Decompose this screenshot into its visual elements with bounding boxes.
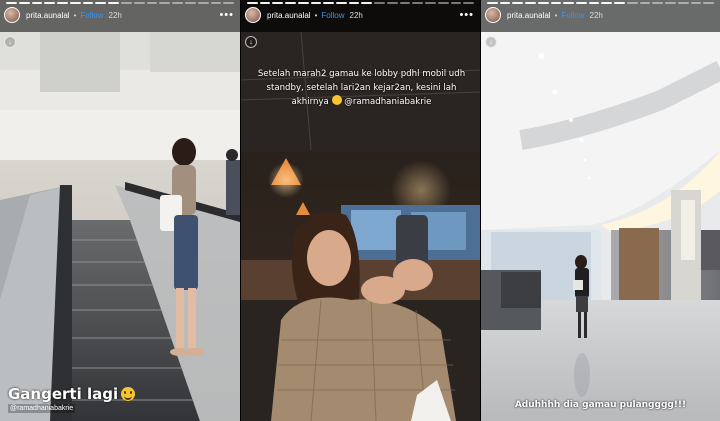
more-dots-icon[interactable]: ••• xyxy=(459,9,474,21)
escalator-photo xyxy=(0,0,240,421)
story-panel-3[interactable]: prita.aunalal • Follow 22h ↓ Aduhhhh dia… xyxy=(480,0,720,421)
restaurant-photo xyxy=(241,0,480,421)
story-caption: Gangerti lagi xyxy=(8,385,136,403)
story-timestamp: 22h xyxy=(349,10,363,20)
follow-button[interactable]: Follow xyxy=(321,11,344,20)
story-strip: prita.aunalal • Follow 22h ••• ↓ Gangert… xyxy=(0,0,720,421)
story-progress-bar xyxy=(247,2,474,4)
story-header-bar: prita.aunalal • Follow 22h xyxy=(481,0,720,32)
story-progress-bar xyxy=(6,2,235,4)
mention-tag[interactable]: @ramadhaniabakrie xyxy=(8,404,76,413)
separator-dot: • xyxy=(314,10,318,20)
mention-tag[interactable]: @ramadhaniabakrie xyxy=(344,97,431,107)
story-progress-bar xyxy=(487,2,714,4)
story-timestamp: 22h xyxy=(589,10,603,20)
smiley-emoji-icon xyxy=(121,387,136,401)
avatar[interactable] xyxy=(4,7,20,23)
download-icon[interactable]: ↓ xyxy=(245,36,257,48)
story-header-bar: prita.aunalal • Follow 22h ••• xyxy=(0,0,240,32)
separator-dot: • xyxy=(73,10,77,20)
username[interactable]: prita.aunalal xyxy=(26,11,70,20)
username[interactable]: prita.aunalal xyxy=(267,11,311,20)
story-text-overlay: Setelah marah2 gamau ke lobby pdhl mobil… xyxy=(251,67,472,109)
download-icon[interactable]: ↓ xyxy=(485,36,497,48)
avatar[interactable] xyxy=(485,7,501,23)
mall-corridor-photo xyxy=(481,0,720,421)
follow-button[interactable]: Follow xyxy=(80,11,103,20)
story-panel-1[interactable]: prita.aunalal • Follow 22h ••• ↓ Gangert… xyxy=(0,0,240,421)
more-dots-icon[interactable]: ••• xyxy=(219,9,234,21)
caption-text: Gangerti lagi xyxy=(8,385,119,403)
separator-dot: • xyxy=(554,10,558,20)
follow-button[interactable]: Follow xyxy=(561,11,584,20)
story-header-bar: prita.aunalal • Follow 22h ••• xyxy=(241,0,480,32)
avatar[interactable] xyxy=(245,7,261,23)
story-panel-2[interactable]: prita.aunalal • Follow 22h ••• ↓ Setelah… xyxy=(240,0,480,421)
story-timestamp: 22h xyxy=(108,10,122,20)
story-caption: Aduhhhh dia gamau pulangggg!!! xyxy=(514,400,687,410)
download-icon[interactable]: ↓ xyxy=(4,36,16,48)
smiley-emoji-icon xyxy=(331,95,342,105)
username[interactable]: prita.aunalal xyxy=(507,11,551,20)
